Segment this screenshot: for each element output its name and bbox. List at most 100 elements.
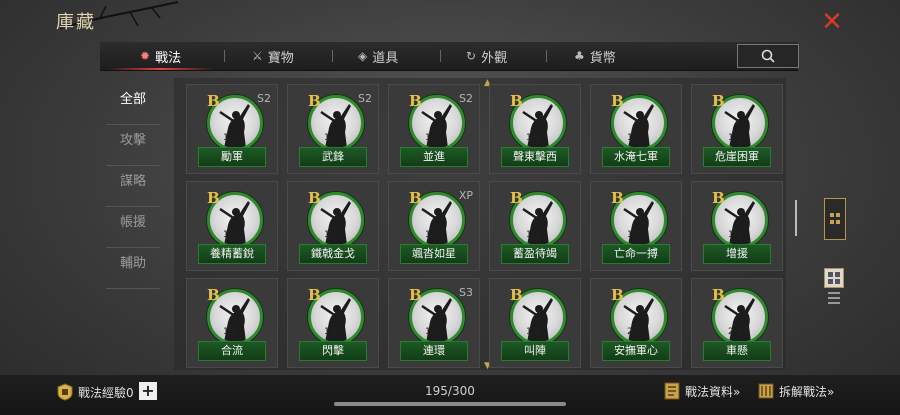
tactic-card[interactable]: B 1/1 閃擊: [287, 278, 379, 368]
tactic-card[interactable]: B 1/1 亡命一搏: [590, 181, 682, 271]
tactic-level: 1/1: [728, 230, 743, 240]
tactic-card[interactable]: B 1/1 養精蓄銳: [186, 181, 278, 271]
active-tab-indicator: [108, 68, 214, 70]
tactic-card[interactable]: B XP 1/1 颯沓如星: [388, 181, 480, 271]
tactic-level: 1/1: [526, 230, 541, 240]
tactic-card[interactable]: B S3 1/1 連環: [388, 278, 480, 368]
tactic-card[interactable]: B 1/1 叫陣: [489, 278, 581, 368]
tactic-level: 2/2: [627, 327, 642, 337]
tactic-name: 危崖困軍: [703, 147, 771, 167]
tactic-level: 2/2: [728, 327, 743, 337]
tactic-card[interactable]: B 1/1 增援: [691, 181, 783, 271]
grid-large-icon: [828, 272, 840, 284]
horizontal-scrollbar[interactable]: [334, 402, 566, 406]
tactic-level: 1/1: [324, 133, 339, 143]
tab-items[interactable]: ◈ 道具: [358, 42, 398, 70]
season-tag: S2: [459, 92, 473, 105]
grade-badge: B: [712, 92, 725, 110]
tactic-icon: ✹: [140, 49, 151, 63]
tab-label: 道具: [372, 50, 399, 66]
category-sidebar: 全部 攻擊 謀略 帳援 輔助: [106, 86, 160, 291]
season-tag: S2: [358, 92, 372, 105]
grade-badge: B: [308, 92, 321, 110]
tactic-name: 水淹七軍: [602, 147, 670, 167]
grade-badge: B: [308, 189, 321, 207]
tactic-name: 合流: [198, 341, 266, 361]
tactic-card[interactable]: B S2 1/1 勵軍: [186, 84, 278, 174]
grade-badge: B: [611, 286, 624, 304]
tactic-card[interactable]: B S2 1/1 並進: [388, 84, 480, 174]
sidebar-item-strategy[interactable]: 謀略: [106, 168, 160, 207]
tactic-card[interactable]: B 1/1 合流: [186, 278, 278, 368]
tactic-level: 1/1: [324, 327, 339, 337]
tactic-name: 養精蓄銳: [198, 244, 266, 264]
tab-label: 貨幣: [589, 50, 616, 66]
tactic-info-link[interactable]: 戰法資料»: [664, 382, 740, 400]
tactic-level: 1/1: [425, 327, 440, 337]
sidebar-item-all[interactable]: 全部: [106, 86, 160, 125]
tactic-name: 鐵戟金戈: [299, 244, 367, 264]
season-tag: S3: [459, 286, 473, 299]
tactic-name: 聲東擊西: [501, 147, 569, 167]
tactic-exp-icon: [57, 383, 73, 401]
grade-badge: B: [510, 189, 523, 207]
tactic-name: 閃擊: [299, 341, 367, 361]
tactic-card[interactable]: B 1/1 蓄盈待竭: [489, 181, 581, 271]
add-exp-button[interactable]: +: [139, 382, 157, 400]
tactic-card[interactable]: B S2 1/1 武鋒: [287, 84, 379, 174]
tactic-level: 1/1: [324, 230, 339, 240]
tactic-card[interactable]: B 1/1 水淹七軍: [590, 84, 682, 174]
tactic-name: 安撫軍心: [602, 341, 670, 361]
currency-icon: ♣: [574, 49, 585, 63]
tactic-name: 勵軍: [198, 147, 266, 167]
grade-badge: B: [611, 92, 624, 110]
tactic-level: 1/1: [425, 230, 440, 240]
tab-tactics[interactable]: ✹ 戰法: [140, 42, 181, 70]
tactic-card[interactable]: B 1/1 鐵戟金戈: [287, 181, 379, 271]
season-tag: S2: [257, 92, 271, 105]
sidebar-item-support-heal[interactable]: 帳援: [106, 209, 160, 248]
vertical-scrollbar[interactable]: [795, 200, 797, 236]
tactic-level: 1/1: [627, 133, 642, 143]
grade-badge: B: [207, 189, 220, 207]
sidebar-item-attack[interactable]: 攻擊: [106, 127, 160, 166]
tactic-name: 增援: [703, 244, 771, 264]
grade-badge: B: [409, 189, 422, 207]
treasure-icon: ⚔: [252, 49, 263, 63]
tactic-level: 1/1: [627, 230, 642, 240]
tab-currency[interactable]: ♣ 貨幣: [574, 42, 616, 70]
grade-badge: B: [207, 92, 220, 110]
tactic-name: 連環: [400, 341, 468, 361]
tactic-level: 1/1: [425, 133, 440, 143]
grade-badge: B: [409, 92, 422, 110]
tactic-card[interactable]: B 2/2 車懸: [691, 278, 783, 368]
tactic-level: 1/1: [526, 327, 541, 337]
grade-badge: B: [510, 286, 523, 304]
large-grid-view-button[interactable]: [824, 268, 844, 288]
tab-appearance[interactable]: ↻ 外觀: [466, 42, 507, 70]
tab-divider: [440, 50, 441, 62]
tab-treasure[interactable]: ⚔ 寶物: [252, 42, 294, 70]
item-icon: ◈: [358, 49, 368, 63]
tactic-name: 颯沓如星: [400, 244, 468, 264]
tab-bar: ✹ 戰法 ⚔ 寶物 ◈ 道具 ↻ 外觀 ♣ 貨幣: [100, 42, 798, 71]
tactic-card[interactable]: B 1/1 聲東擊西: [489, 84, 581, 174]
tab-label: 寶物: [267, 50, 294, 66]
grade-badge: B: [409, 286, 422, 304]
grid-small-icon: [830, 213, 840, 224]
grade-badge: B: [712, 286, 725, 304]
grid-view-button[interactable]: [824, 198, 846, 240]
decompose-tactic-link[interactable]: 拆解戰法»: [758, 382, 834, 400]
tactic-card[interactable]: B 1/1 危崖困軍: [691, 84, 783, 174]
sidebar-item-assist[interactable]: 輔助: [106, 250, 160, 289]
tactic-card[interactable]: B 2/2 安撫軍心: [590, 278, 682, 368]
tab-divider: [224, 50, 225, 62]
appearance-icon: ↻: [466, 49, 477, 63]
list-view-icon[interactable]: [828, 292, 840, 307]
info-book-icon: [664, 382, 680, 400]
search-icon: [761, 49, 775, 63]
tactic-name: 車懸: [703, 341, 771, 361]
inventory-count: 195/300: [425, 384, 475, 398]
search-button[interactable]: [737, 44, 799, 68]
close-button[interactable]: ✕: [818, 8, 846, 36]
